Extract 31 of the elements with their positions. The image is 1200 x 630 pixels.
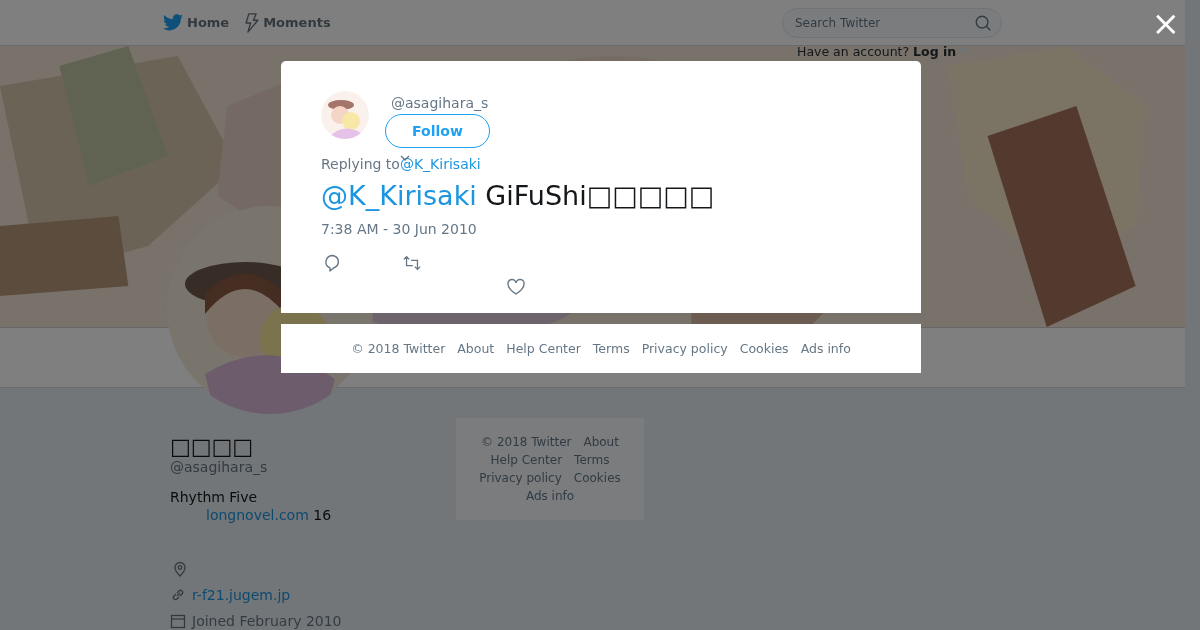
footer-link[interactable]: About (583, 434, 619, 450)
bird-icon (163, 14, 183, 31)
calendar-icon (170, 613, 186, 629)
footer-link[interactable]: Privacy policy (479, 470, 562, 486)
nav-link[interactable]: Moments (245, 12, 331, 33)
footer-link[interactable]: Ads info (525, 488, 575, 504)
footer-link[interactable]: Terms (592, 341, 630, 356)
footer-link[interactable]: © 2018 Twitter (351, 341, 446, 356)
joined-date: Joined February 2010 (192, 613, 342, 629)
profile-bio: Rhythm Five (170, 489, 259, 505)
lightning-icon (245, 12, 260, 33)
footer-link[interactable]: Cookies (739, 341, 789, 356)
website-link[interactable]: r-f21.jugem.jp (192, 587, 291, 603)
search-icon (974, 14, 992, 32)
profile-handle: @asagihara_s (170, 459, 269, 475)
location-icon (172, 561, 188, 577)
link-icon (170, 587, 186, 603)
footer-link[interactable]: Privacy policy (641, 341, 728, 356)
footer-link[interactable]: Terms (574, 452, 610, 468)
close-button[interactable]: × (1151, 6, 1180, 40)
footer-link[interactable]: Cookies (573, 470, 621, 486)
footer-link[interactable]: About (457, 341, 495, 356)
footer-link[interactable]: Ads info (800, 341, 851, 356)
footer-link[interactable]: Help Center (506, 341, 581, 356)
bio-link[interactable]: longnovel.com (206, 507, 309, 523)
profile-name: □□□□ (170, 434, 255, 459)
search-field[interactable]: Search Twitter (782, 8, 1002, 38)
nav-link[interactable]: Home (163, 14, 230, 31)
footer-link[interactable]: © 2018 Twitter (481, 434, 572, 450)
bio-text: 16 (313, 507, 332, 523)
footer-link[interactable]: Help Center (490, 452, 563, 468)
